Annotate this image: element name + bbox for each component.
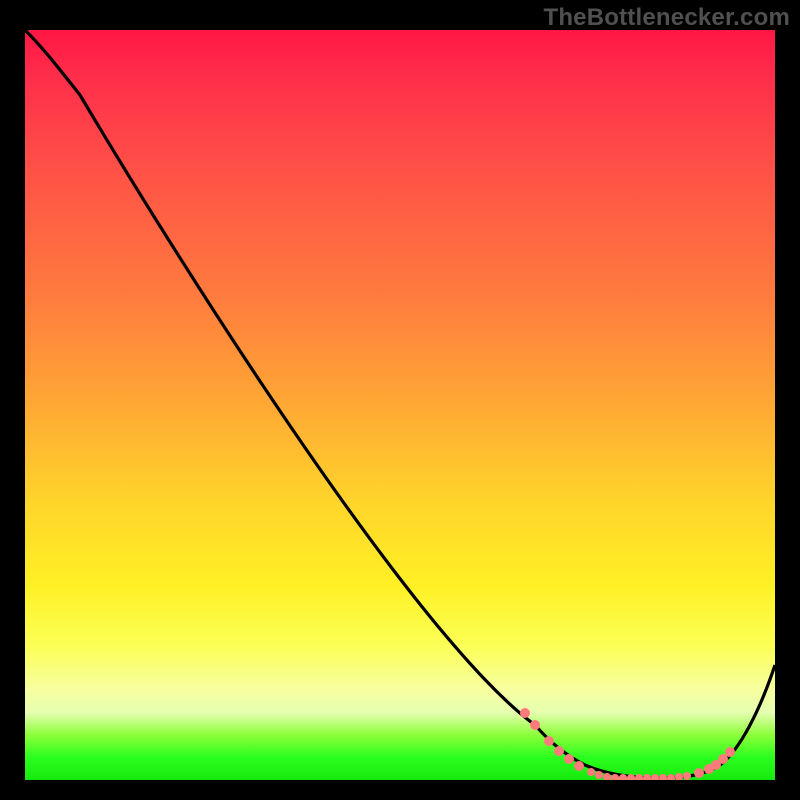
curve-layer: [25, 30, 775, 780]
right-marker-cluster: [694, 747, 735, 778]
chart-frame: TheBottlenecker.com: [0, 0, 800, 800]
plot-area: [25, 30, 775, 780]
bottleneck-curve: [25, 30, 775, 778]
left-marker-cluster: [520, 708, 584, 771]
watermark-text: TheBottlenecker.com: [543, 4, 790, 32]
